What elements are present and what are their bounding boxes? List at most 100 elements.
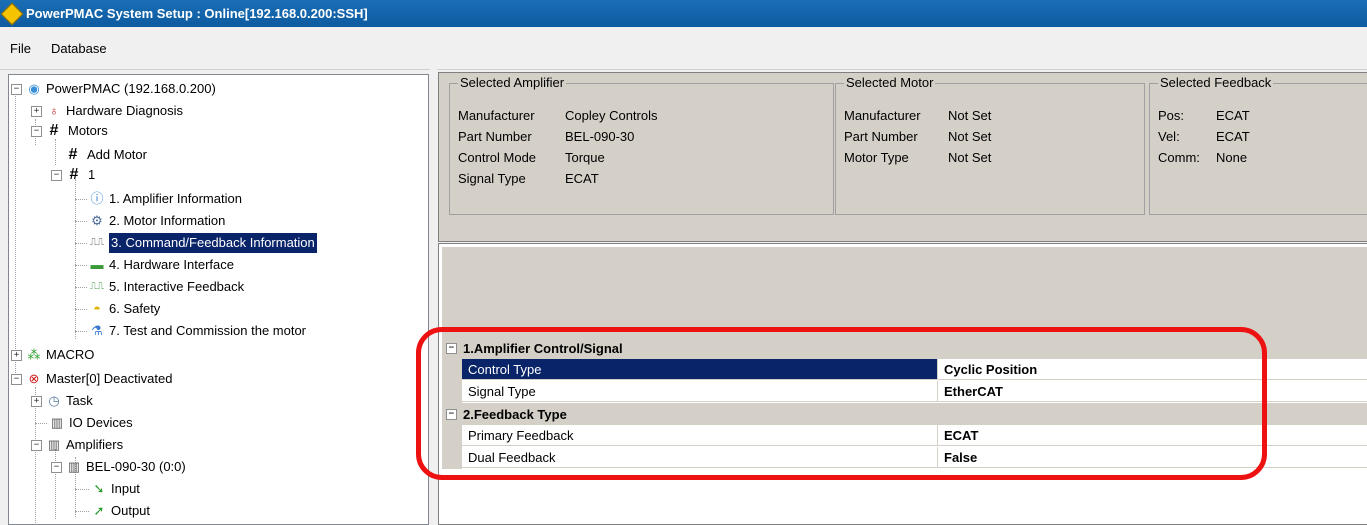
left-edge bbox=[0, 74, 6, 523]
motor-value: Not Set bbox=[948, 150, 992, 165]
amplifier-info-icon: ⓘ bbox=[90, 191, 104, 206]
motor-hash-icon: # bbox=[69, 166, 79, 183]
selected-amplifier-group: Selected Amplifier Manufacturer Copley C… bbox=[449, 75, 834, 215]
feedback-label: Pos: bbox=[1158, 108, 1185, 123]
tree-item-interactive-feedback[interactable]: ⎍⎍ 5. Interactive Feedback bbox=[89, 277, 244, 297]
feedback-value: ECAT bbox=[1216, 129, 1250, 144]
motor-label: Motor Type bbox=[844, 150, 909, 165]
app-icon bbox=[0, 2, 24, 25]
tree-node-root[interactable]: − ◉ PowerPMAC (192.168.0.200) bbox=[11, 79, 216, 99]
hard-hat-icon: ◓ bbox=[93, 301, 101, 316]
grid-margin bbox=[442, 425, 462, 469]
stethoscope-icon: ♁ bbox=[49, 103, 59, 118]
amp-label: Part Number bbox=[458, 129, 532, 144]
property-value[interactable]: False bbox=[938, 447, 1367, 468]
setup-tree[interactable]: − ◉ PowerPMAC (192.168.0.200) + ♁ Hardwa… bbox=[8, 74, 429, 525]
motor-value: Not Set bbox=[948, 129, 992, 144]
amp-value: ECAT bbox=[565, 171, 599, 186]
collapse-icon[interactable]: − bbox=[11, 83, 22, 95]
tree-node-amplifiers[interactable]: − ▥ Amplifiers bbox=[31, 435, 123, 455]
flask-icon: ⚗ bbox=[91, 323, 103, 338]
group-title: Selected Amplifier bbox=[458, 75, 567, 90]
selected-motor-group: Selected Motor Manufacturer Not Set Part… bbox=[835, 75, 1145, 215]
add-motor-icon: # bbox=[68, 146, 78, 163]
property-dual-feedback[interactable]: Dual Feedback False bbox=[462, 447, 1367, 469]
property-value[interactable]: Cyclic Position bbox=[938, 359, 1367, 380]
tree-item-amplifier-information[interactable]: ⓘ 1. Amplifier Information bbox=[89, 189, 241, 209]
tree-node-master[interactable]: − ⊗ Master[0] Deactivated bbox=[11, 369, 172, 389]
feedback-value: None bbox=[1216, 150, 1248, 165]
amp-label: Signal Type bbox=[458, 171, 526, 186]
property-name: Dual Feedback bbox=[462, 447, 938, 468]
menu-file[interactable]: File bbox=[0, 41, 41, 56]
tree-node-macro[interactable]: + ⁂ MACRO bbox=[11, 345, 94, 365]
property-primary-feedback[interactable]: Primary Feedback ECAT bbox=[462, 425, 1367, 447]
collapse-icon[interactable]: − bbox=[51, 461, 62, 473]
tree-item-hardware-interface[interactable]: ▬ 4. Hardware Interface bbox=[89, 255, 235, 275]
amp-value: BEL-090-30 bbox=[565, 129, 635, 144]
interactive-feedback-icon: ⎍⎍ bbox=[90, 281, 104, 292]
tree-node-motors[interactable]: − # Motors bbox=[31, 121, 108, 141]
collapse-icon[interactable]: − bbox=[446, 408, 457, 420]
menu-database[interactable]: Database bbox=[41, 41, 117, 56]
property-grid-header-area bbox=[442, 247, 1367, 337]
menu-bar: File Database bbox=[0, 27, 1367, 70]
deactivated-master-icon: ⊗ bbox=[28, 371, 40, 386]
motor-value: Not Set bbox=[948, 108, 992, 123]
tree-node-input[interactable]: ➘ Input bbox=[91, 479, 140, 499]
amp-value: Torque bbox=[565, 150, 605, 165]
property-name: Signal Type bbox=[462, 381, 938, 402]
motor-label: Manufacturer bbox=[844, 108, 921, 123]
property-value[interactable]: EtherCAT bbox=[938, 381, 1367, 402]
circuit-board-icon: ▬ bbox=[90, 257, 104, 272]
window-title: PowerPMAC System Setup : Online[192.168.… bbox=[26, 6, 368, 21]
splitter[interactable] bbox=[430, 69, 437, 523]
network-icon: ◉ bbox=[28, 81, 40, 96]
group-title: Selected Feedback bbox=[1158, 75, 1274, 90]
property-name: Primary Feedback bbox=[462, 425, 938, 446]
tree-node-amp-bel[interactable]: − ▥ BEL-090-30 (0:0) bbox=[51, 457, 186, 477]
amp-value: Copley Controls bbox=[565, 108, 658, 123]
motor-hash-icon: # bbox=[49, 122, 59, 139]
input-arrow-icon: ➘ bbox=[93, 481, 105, 496]
collapse-icon[interactable]: − bbox=[446, 342, 457, 354]
amplifier-icon: ▥ bbox=[47, 437, 61, 452]
tree-node-task[interactable]: + ◷ Task bbox=[31, 391, 93, 411]
tree-item-command-feedback[interactable]: ⎍⎍ 3. Command/Feedback Information bbox=[89, 233, 317, 253]
tree-item-safety[interactable]: ◓ 6. Safety bbox=[89, 299, 160, 319]
tree-item-test-commission[interactable]: ⚗ 7. Test and Commission the motor bbox=[89, 321, 306, 341]
tree-node-output[interactable]: ➚ Output bbox=[91, 501, 150, 521]
feedback-label: Vel: bbox=[1158, 129, 1180, 144]
output-arrow-icon: ➚ bbox=[93, 503, 105, 518]
selection-summary-panel: Selected Amplifier Manufacturer Copley C… bbox=[438, 72, 1367, 242]
motor-label: Part Number bbox=[844, 129, 918, 144]
selected-feedback-group: Selected Feedback Pos: ECAT Vel: ECAT Co… bbox=[1149, 75, 1367, 215]
property-name: Control Type bbox=[462, 359, 938, 380]
title-bar: PowerPMAC System Setup : Online[192.168.… bbox=[0, 0, 1367, 27]
tree-item-motor-information[interactable]: ⚙ 2. Motor Information bbox=[89, 211, 225, 231]
collapse-icon[interactable]: − bbox=[31, 125, 42, 137]
collapse-icon[interactable]: − bbox=[51, 169, 62, 181]
property-signal-type[interactable]: Signal Type EtherCAT bbox=[462, 381, 1367, 403]
property-control-type[interactable]: Control Type Cyclic Position bbox=[462, 359, 1367, 381]
category-feedback-type[interactable]: − 2.Feedback Type bbox=[442, 403, 1367, 425]
amplifier-icon: ▥ bbox=[67, 459, 81, 474]
amp-label: Control Mode bbox=[458, 150, 537, 165]
tree-node-io-devices[interactable]: ▥ IO Devices bbox=[49, 413, 133, 433]
tree-node-hardware-diagnosis[interactable]: + ♁ Hardware Diagnosis bbox=[31, 101, 183, 121]
tree-node-add-motor[interactable]: # Add Motor bbox=[65, 145, 147, 165]
tree-node-motor-1[interactable]: − # 1 bbox=[51, 165, 95, 185]
property-value[interactable]: ECAT bbox=[938, 425, 1367, 446]
group-title: Selected Motor bbox=[844, 75, 936, 90]
feedback-label: Comm: bbox=[1158, 150, 1200, 165]
expand-icon[interactable]: + bbox=[11, 349, 22, 361]
amp-label: Manufacturer bbox=[458, 108, 535, 123]
grid-margin bbox=[442, 359, 462, 403]
collapse-icon[interactable]: − bbox=[11, 373, 22, 385]
feedback-value: ECAT bbox=[1216, 108, 1250, 123]
expand-icon[interactable]: + bbox=[31, 395, 42, 407]
collapse-icon[interactable]: − bbox=[31, 439, 42, 451]
expand-icon[interactable]: + bbox=[31, 105, 42, 117]
category-amplifier-control[interactable]: − 1.Amplifier Control/Signal bbox=[442, 337, 1367, 359]
io-device-icon: ▥ bbox=[50, 415, 64, 430]
